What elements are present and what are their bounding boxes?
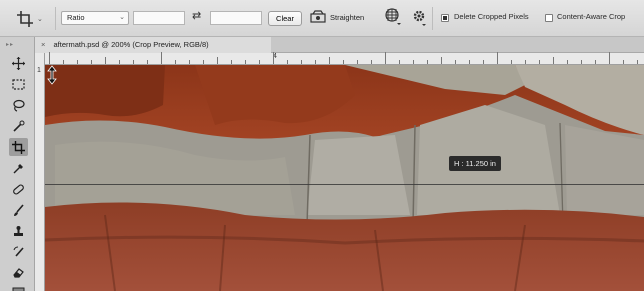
ruler-tick — [441, 57, 442, 64]
ruler-tick — [133, 60, 134, 64]
ruler-tick — [315, 60, 316, 64]
marquee-tool-icon[interactable] — [9, 75, 28, 93]
overlay-grid-icon[interactable] — [385, 8, 401, 26]
crop-icon — [17, 11, 33, 27]
straighten-label: Straighten — [330, 12, 365, 22]
ruler-tick — [427, 60, 428, 64]
ruler-tick — [343, 60, 344, 64]
document-tab-title: aftermath.psd @ 200% (Crop Preview, RGB/… — [53, 40, 209, 49]
ruler-tick — [77, 60, 78, 64]
ruler-tick — [161, 52, 162, 64]
gear-icon[interactable] — [412, 9, 426, 27]
ruler-tick — [245, 60, 246, 64]
ruler-tick — [497, 52, 498, 64]
ruler-tick — [203, 60, 204, 64]
ruler-tick — [469, 60, 470, 64]
crop-handle-line[interactable] — [45, 184, 644, 185]
ruler-tick — [567, 60, 568, 64]
separator — [432, 7, 433, 30]
ruler-label: 1 — [37, 67, 41, 74]
brick-wall-image — [45, 65, 644, 291]
content-aware-label: Content-Aware Crop — [557, 12, 626, 21]
ruler-tick — [259, 60, 260, 64]
document-canvas[interactable]: H : 11.250 in — [45, 65, 644, 291]
ruler-tick — [217, 57, 218, 64]
tools-panel: ▸▸ — [0, 37, 35, 291]
eyedropper-tool-icon[interactable] — [9, 159, 28, 177]
ruler-tick — [371, 60, 372, 64]
aspect-ratio-value: Ratio — [67, 13, 85, 22]
width-field[interactable] — [133, 11, 185, 25]
options-bar: ⌄ Ratio ⌄ ⇄ Clear Straighten Delete Crop… — [0, 0, 644, 37]
close-icon[interactable]: × — [41, 40, 45, 49]
straighten-button[interactable]: Straighten — [310, 10, 364, 24]
horizontal-ruler[interactable]: 4 — [45, 52, 644, 65]
panel-grip-icon[interactable]: ▸▸ — [6, 41, 14, 48]
document-tab-bar: × aftermath.psd @ 200% (Crop Preview, RG… — [35, 37, 644, 53]
ruler-tick — [63, 60, 64, 64]
ruler-tick — [609, 52, 610, 64]
height-field[interactable] — [210, 11, 262, 25]
ruler-tick — [525, 60, 526, 64]
ruler-tick — [483, 60, 484, 64]
crop-tool-icon[interactable] — [9, 138, 28, 156]
aspect-ratio-dropdown[interactable]: Ratio ⌄ — [61, 11, 129, 25]
ruler-tick — [581, 60, 582, 64]
ruler-tick — [385, 52, 386, 64]
ruler-tick — [189, 60, 190, 64]
ruler-tick — [329, 57, 330, 64]
move-tool-icon[interactable] — [9, 54, 28, 72]
clear-button[interactable]: Clear — [268, 11, 302, 26]
ruler-tick — [49, 52, 50, 64]
separator — [55, 7, 56, 30]
ruler-tick — [539, 60, 540, 64]
delete-cropped-checkbox[interactable] — [441, 14, 449, 22]
lasso-tool-icon[interactable] — [9, 96, 28, 114]
vertical-ruler[interactable]: 1 — [35, 53, 45, 291]
resize-cursor-icon — [47, 65, 57, 85]
ruler-tick — [595, 60, 596, 64]
ruler-tick — [119, 60, 120, 64]
ruler-tick — [273, 52, 274, 64]
ruler-tick — [147, 60, 148, 64]
healing-brush-tool-icon[interactable] — [9, 180, 28, 198]
ruler-tick — [357, 60, 358, 64]
ruler-tick — [511, 60, 512, 64]
quick-select-tool-icon[interactable] — [9, 117, 28, 135]
document-tab[interactable]: × aftermath.psd @ 200% (Crop Preview, RG… — [35, 37, 271, 53]
ruler-tick — [553, 57, 554, 64]
ruler-tick — [91, 60, 92, 64]
content-aware-checkbox[interactable] — [545, 14, 553, 22]
ruler-tick — [287, 60, 288, 64]
swap-dimensions-icon[interactable]: ⇄ — [192, 9, 201, 22]
clone-stamp-tool-icon[interactable] — [9, 222, 28, 240]
delete-cropped-label: Delete Cropped Pixels — [454, 12, 529, 21]
ruler-tick — [637, 60, 638, 64]
ruler-tick — [623, 60, 624, 64]
ruler-tick — [175, 60, 176, 64]
measurement-tooltip: H : 11.250 in — [449, 156, 501, 171]
chevron-down-icon: ⌄ — [119, 14, 125, 21]
ruler-tick — [455, 60, 456, 64]
ruler-tick — [301, 60, 302, 64]
ruler-tick — [105, 57, 106, 64]
eraser-tool-icon[interactable] — [9, 263, 28, 281]
tool-preset-picker[interactable]: ⌄ — [16, 10, 52, 28]
brush-tool-icon[interactable] — [9, 201, 28, 219]
ruler-tick — [231, 60, 232, 64]
ruler-tick — [413, 60, 414, 64]
history-brush-tool-icon[interactable] — [9, 243, 28, 261]
ruler-tick — [399, 60, 400, 64]
chevron-down-icon: ⌄ — [37, 16, 43, 23]
straighten-icon — [310, 10, 326, 23]
gradient-tool-icon[interactable] — [9, 282, 28, 291]
